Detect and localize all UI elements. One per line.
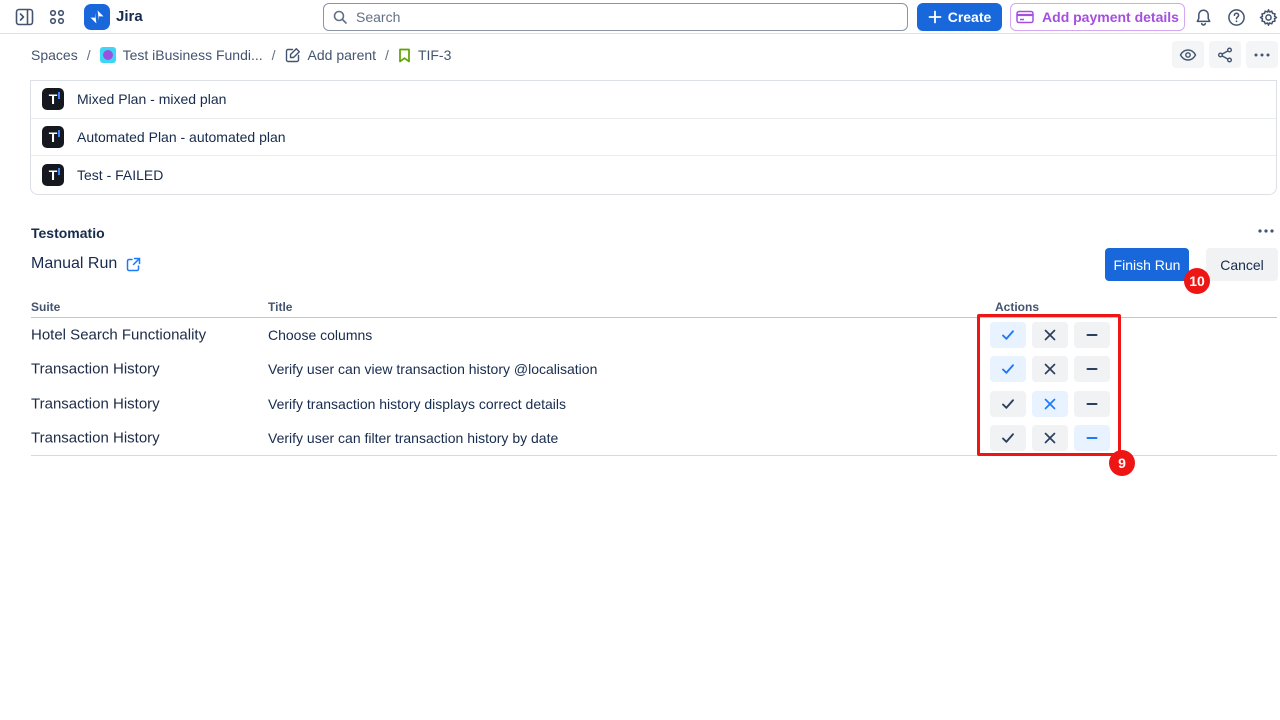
jira-logo[interactable]: [84, 4, 110, 30]
list-item[interactable]: T Automated Plan - automated plan: [31, 119, 1276, 157]
finish-run-button[interactable]: Finish Run: [1105, 248, 1189, 281]
help-icon[interactable]: [1225, 6, 1247, 28]
title-cell: Choose columns: [268, 327, 372, 343]
column-header-suite: Suite: [31, 300, 60, 314]
sidebar-toggle-icon[interactable]: [13, 7, 35, 27]
breadcrumb-project[interactable]: Test iBusiness Fundi...: [100, 47, 263, 63]
page-actions: [1172, 41, 1278, 68]
plan-label: Automated Plan - automated plan: [77, 129, 286, 145]
suite-cell: Hotel Search Functionality: [31, 327, 206, 344]
table-row: Transaction History Verify user can view…: [0, 352, 1280, 386]
suite-cell: Transaction History: [31, 429, 160, 446]
app-switcher-icon[interactable]: [46, 7, 68, 27]
breadcrumb-issue[interactable]: TIF-3: [398, 47, 451, 63]
breadcrumb: Spaces / Test iBusiness Fundi... / Add p…: [31, 44, 451, 66]
global-search: [323, 3, 908, 31]
title-cell: Verify transaction history displays corr…: [268, 396, 566, 412]
table-row: Hotel Search Functionality Choose column…: [0, 318, 1280, 352]
edit-icon: [285, 47, 301, 63]
skip-button[interactable]: [1074, 391, 1110, 417]
row-actions: [990, 391, 1110, 417]
skip-button[interactable]: [1074, 322, 1110, 348]
credit-card-icon: [1016, 10, 1034, 24]
settings-gear-icon[interactable]: [1257, 6, 1279, 28]
skip-button[interactable]: [1074, 425, 1110, 451]
title-cell: Verify user can view transaction history…: [268, 361, 597, 377]
breadcrumb-separator: /: [87, 47, 91, 63]
skip-button[interactable]: [1074, 356, 1110, 382]
app-title: Jira: [116, 8, 143, 25]
run-title-label: Manual Run: [31, 255, 117, 273]
fail-button[interactable]: [1032, 391, 1068, 417]
plan-label: Mixed Plan - mixed plan: [77, 91, 226, 107]
external-link-icon[interactable]: [126, 257, 141, 272]
share-icon[interactable]: [1209, 41, 1241, 68]
pass-button[interactable]: [990, 356, 1026, 382]
run-title: Manual Run: [31, 255, 141, 273]
add-parent-link[interactable]: Add parent: [285, 47, 377, 63]
pass-button[interactable]: [990, 322, 1026, 348]
search-input[interactable]: [323, 3, 908, 31]
page: Jira Create Add payment details Spaces /: [0, 0, 1280, 720]
more-options-icon[interactable]: [1246, 41, 1278, 68]
add-parent-label: Add parent: [308, 47, 377, 63]
testomatio-plan-icon: T: [42, 126, 64, 148]
row-actions: [990, 322, 1110, 348]
pass-button[interactable]: [990, 391, 1026, 417]
row-actions: [990, 356, 1110, 382]
table-row: Transaction History Verify user can filt…: [0, 421, 1280, 455]
create-button-label: Create: [948, 9, 992, 25]
column-header-actions: Actions: [995, 300, 1039, 314]
breadcrumb-project-label: Test iBusiness Fundi...: [123, 47, 263, 63]
create-button[interactable]: Create: [917, 3, 1002, 31]
fail-button[interactable]: [1032, 425, 1068, 451]
top-navigation-bar: Jira Create Add payment details: [0, 0, 1280, 34]
testomatio-plan-icon: T: [42, 88, 64, 110]
table-bottom-divider: [31, 455, 1277, 456]
test-plan-list: T Mixed Plan - mixed plan T Automated Pl…: [30, 80, 1277, 195]
suite-cell: Transaction History: [31, 395, 160, 412]
table-row: Transaction History Verify transaction h…: [0, 387, 1280, 421]
title-cell: Verify user can filter transaction histo…: [268, 430, 558, 446]
testomatio-plan-icon: T: [42, 164, 64, 186]
fail-button[interactable]: [1032, 322, 1068, 348]
plan-label: Test - FAILED: [77, 167, 163, 183]
column-header-title: Title: [268, 300, 292, 314]
project-avatar: [100, 47, 116, 63]
watch-eye-icon[interactable]: [1172, 41, 1204, 68]
section-more-options-icon[interactable]: [1254, 222, 1278, 240]
search-icon: [332, 9, 348, 25]
pass-button[interactable]: [990, 425, 1026, 451]
add-payment-details-label: Add payment details: [1042, 9, 1179, 25]
plus-icon: [928, 10, 942, 24]
list-item[interactable]: T Test - FAILED: [31, 156, 1276, 194]
add-payment-details-button[interactable]: Add payment details: [1010, 3, 1185, 31]
suite-cell: Transaction History: [31, 361, 160, 378]
list-item[interactable]: T Mixed Plan - mixed plan: [31, 81, 1276, 119]
breadcrumb-issue-label: TIF-3: [418, 47, 451, 63]
breadcrumb-separator: /: [385, 47, 389, 63]
cancel-button[interactable]: Cancel: [1206, 248, 1278, 281]
fail-button[interactable]: [1032, 356, 1068, 382]
breadcrumb-spaces[interactable]: Spaces: [31, 47, 78, 63]
breadcrumb-separator: /: [272, 47, 276, 63]
section-title: Testomatio: [31, 225, 105, 241]
row-actions: [990, 425, 1110, 451]
bookmark-icon: [398, 48, 411, 63]
notifications-icon[interactable]: [1192, 6, 1214, 28]
